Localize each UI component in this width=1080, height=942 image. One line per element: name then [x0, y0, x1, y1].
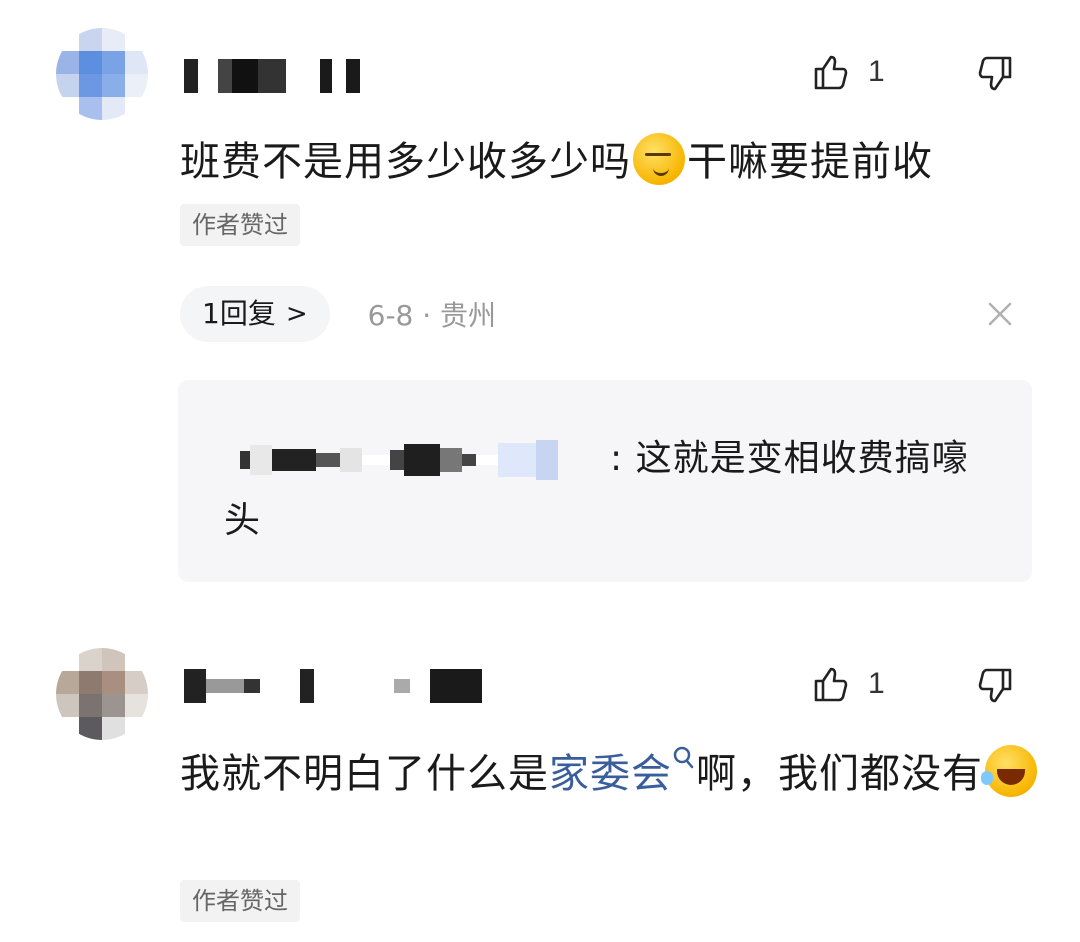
comment-text: 班费不是用多少收多少吗 干嘛要提前收: [180, 130, 1050, 194]
chevron-right-icon: >: [285, 299, 308, 329]
reply-preview-text: : 这就是变相收费搞嚎头: [224, 438, 969, 541]
comment-list: 1 班费不是用多少收多少吗 干嘛要提前收 作者赞过 1回复 > 6-8 · 贵州: [0, 0, 1080, 942]
like-button[interactable]: 1: [810, 52, 885, 92]
view-replies-button[interactable]: 1回复 >: [180, 286, 330, 342]
thumbs-up-icon: [814, 667, 848, 702]
comment-text-part: 啊，我们都没有: [696, 751, 983, 797]
like-count: 1: [868, 55, 885, 88]
comment-text: 我就不明白了什么是家委会 啊，我们都没有: [180, 742, 1040, 806]
reply-row: 1回复 > 6-8 · 贵州: [180, 286, 496, 342]
reply-preview-box[interactable]: : 这就是变相收费搞嚎头: [178, 380, 1032, 582]
thumbs-down-icon[interactable]: [974, 666, 1018, 706]
search-icon[interactable]: [672, 745, 696, 773]
author-liked-badge: 作者赞过: [180, 880, 300, 922]
comment-text-part: 我就不明白了什么是: [180, 751, 549, 797]
comment-text-part: 班费不是用多少收多少吗: [180, 139, 631, 185]
comment-meta: 6-8 · 贵州: [367, 299, 497, 332]
keyword-search-link[interactable]: 家委会: [549, 751, 672, 797]
thumbs-up-icon: [814, 55, 848, 90]
reply-count-label: 1回复: [202, 297, 276, 330]
like-count: 1: [868, 667, 885, 700]
username-blurred[interactable]: [184, 56, 360, 96]
avatar[interactable]: [56, 28, 148, 120]
username-blurred[interactable]: [184, 666, 482, 706]
close-icon[interactable]: [984, 298, 1016, 330]
like-button[interactable]: 1: [810, 664, 885, 704]
comment-text-part: 干嘛要提前收: [687, 139, 933, 185]
laughing-tears-emoji-icon: [981, 745, 1037, 797]
smirk-emoji-icon: [633, 133, 685, 185]
author-liked-badge: 作者赞过: [180, 204, 300, 246]
avatar[interactable]: [56, 648, 148, 740]
thumbs-down-icon[interactable]: [974, 54, 1018, 94]
